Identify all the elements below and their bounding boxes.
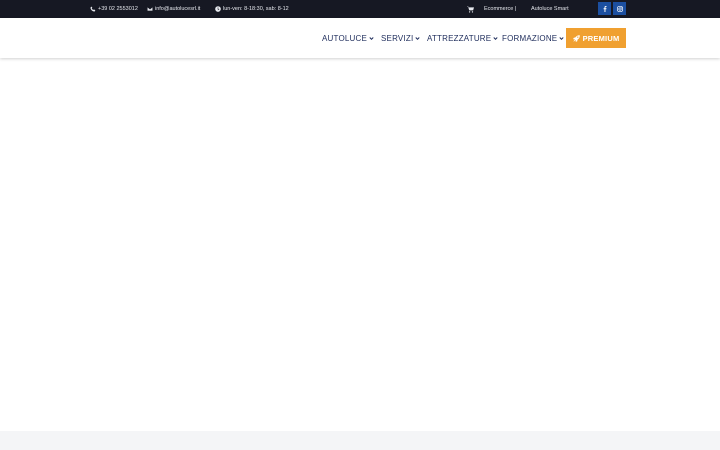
main-navbar: AUTOLUCE SERVIZI ATTREZZATURE FORMAZIONE… [0,18,720,58]
chevron-down-icon [369,36,374,40]
phone-contact[interactable]: +39 02 2553012 [90,0,138,18]
email-contact[interactable]: info@autolucesrl.it [147,0,200,18]
instagram-button[interactable] [613,2,626,15]
nav-item-servizi[interactable]: SERVIZI [381,18,420,58]
cart-link[interactable] [467,0,474,18]
chevron-down-icon [493,36,498,40]
facebook-button[interactable] [598,2,611,15]
nav-item-label: SERVIZI [381,33,414,43]
clock-icon [215,6,221,12]
ecommerce-link[interactable]: Ecommerce | [484,0,516,18]
premium-label: PREMIUM [582,33,620,43]
instagram-icon [616,5,623,12]
shopping-cart-icon [467,5,474,13]
autoluce-smart-link[interactable]: Autoluce Smart [531,0,569,18]
hours-text: lun-ven: 8-18:30, sab: 8-12 [223,6,289,12]
premium-button[interactable]: PREMIUM [566,28,626,48]
envelope-icon [147,6,153,12]
nav-item-attrezzature[interactable]: ATTREZZATURE [427,18,498,58]
nav-item-label: ATTREZZATURE [427,33,492,43]
phone-icon [90,6,96,12]
opening-hours: lun-ven: 8-18:30, sab: 8-12 [215,0,289,18]
facebook-icon [602,5,608,12]
nav-item-formazione[interactable]: FORMAZIONE [502,18,564,58]
nav-item-autoluce[interactable]: AUTOLUCE [322,18,374,58]
email-text: info@autolucesrl.it [155,6,201,12]
phone-text: +39 02 2553012 [98,6,138,12]
footer-strip [0,431,720,450]
chevron-down-icon [415,36,420,40]
top-bar: +39 02 2553012 info@autolucesrl.it lun-v… [0,0,720,18]
nav-item-label: FORMAZIONE [502,33,558,43]
chevron-down-icon [559,36,564,40]
nav-item-label: AUTOLUCE [322,33,368,43]
rocket-icon [572,34,580,42]
